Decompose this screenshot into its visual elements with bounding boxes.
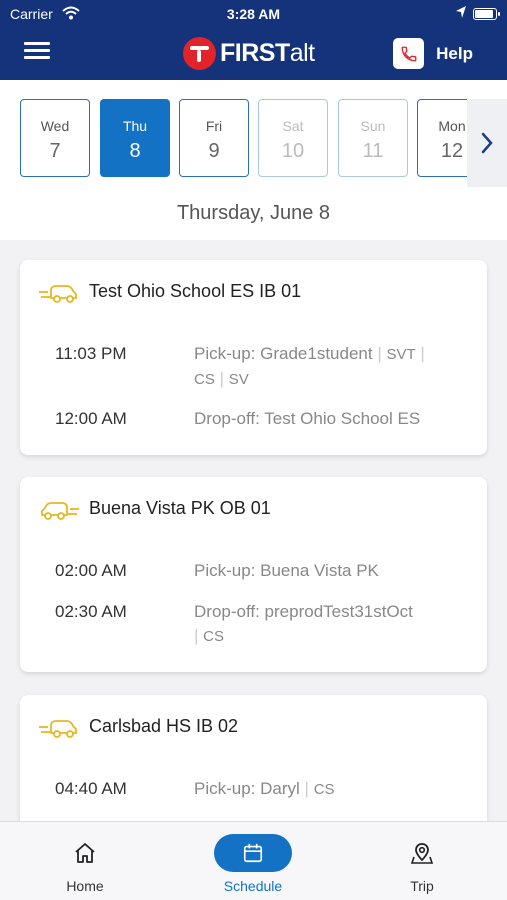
bus-icon <box>39 717 79 744</box>
day-number: 10 <box>281 140 305 162</box>
stop-time: 12:00 AM <box>55 409 127 428</box>
stop-tag: CS <box>313 781 335 798</box>
stop-tag: SV <box>228 371 249 388</box>
app-header: Carrier 3:28 AM FIRSTalt Help <box>0 0 507 80</box>
help-button[interactable]: Help <box>393 38 473 69</box>
phone-icon <box>393 38 425 69</box>
stop-description: Pick-up: Daryl | CS <box>194 779 335 798</box>
home-icon <box>75 843 95 863</box>
map-pin-icon <box>410 843 434 864</box>
trip-card[interactable]: Buena Vista PK OB 01 02:00 AM Pick-up: B… <box>20 477 487 672</box>
stop-tag: CS <box>194 371 215 388</box>
nav-home-label: Home <box>66 878 104 894</box>
day-number: 8 <box>129 140 141 162</box>
stop-time: 04:40 AM <box>55 779 127 798</box>
app-logo: FIRSTalt <box>183 36 315 70</box>
date-sun-11[interactable]: Sun 11 <box>338 99 408 177</box>
date-fri-9[interactable]: Fri 9 <box>179 99 249 177</box>
nav-schedule[interactable]: Schedule <box>193 822 313 900</box>
next-dates-button[interactable] <box>467 99 507 187</box>
date-wed-7[interactable]: Wed 7 <box>20 99 90 177</box>
day-number: 9 <box>208 140 220 162</box>
trip-name: Buena Vista PK OB 01 <box>89 498 271 518</box>
logo-t-icon <box>183 36 216 70</box>
stop-time: 02:30 AM <box>55 602 127 621</box>
bus-icon <box>39 282 79 309</box>
stop-description: Drop-off: preprodTest31stOct | CS <box>194 602 413 645</box>
status-bar: Carrier 3:28 AM <box>0 0 507 28</box>
chevron-right-icon <box>481 132 493 154</box>
day-name: Thu <box>122 118 148 134</box>
trip-name: Carlsbad HS IB 02 <box>89 716 239 736</box>
stop-description: Pick-up: Buena Vista PK <box>194 561 379 580</box>
nav-trip-label: Trip <box>410 878 434 894</box>
day-number: 7 <box>49 140 61 162</box>
stop-tag: CS <box>203 628 224 645</box>
nav-schedule-label: Schedule <box>223 878 283 894</box>
status-time: 3:28 AM <box>226 6 281 22</box>
trip-card[interactable]: Test Ohio School ES IB 01 11:03 PM Pick-… <box>20 260 487 455</box>
day-number: 11 <box>362 140 384 162</box>
logo-suffix: alt <box>289 38 315 67</box>
stop-time: 11:03 PM <box>55 344 127 363</box>
location-arrow-icon <box>455 5 467 22</box>
bus-icon <box>39 499 79 526</box>
day-name: Sat <box>282 118 304 134</box>
day-name: Fri <box>205 118 223 134</box>
date-sat-10[interactable]: Sat 10 <box>258 99 328 177</box>
logo-text: FIRST <box>220 38 290 67</box>
date-thu-8[interactable]: Thu 8 <box>100 99 170 177</box>
hamburger-menu-button[interactable] <box>24 42 50 60</box>
trip-name: Test Ohio School ES IB 01 <box>89 281 302 301</box>
calendar-icon <box>243 843 263 863</box>
help-label: Help <box>436 43 473 63</box>
battery-icon <box>473 8 500 20</box>
bottom-navigation: Home Schedule Trip <box>0 821 507 900</box>
nav-home[interactable]: Home <box>25 822 145 900</box>
selected-date-label: Thursday, June 8 <box>176 202 331 224</box>
trip-card[interactable]: Carlsbad HS IB 02 04:40 AM Pick-up: Dary… <box>20 695 487 835</box>
day-name: Sun <box>360 118 386 134</box>
date-selector: Wed 7 Thu 8 Fri 9 Sat 10 Sun 11 Mon 12 T… <box>0 80 507 240</box>
stop-time: 02:00 AM <box>55 561 127 580</box>
stop-description: Drop-off: Test Ohio School ES <box>194 409 421 428</box>
stop-tag: SVT <box>386 346 416 363</box>
day-name: Wed <box>40 118 70 134</box>
nav-trip[interactable]: Trip <box>362 822 482 900</box>
stop-description: Pick-up: Grade1student | SVT | CS | SV <box>194 344 425 388</box>
